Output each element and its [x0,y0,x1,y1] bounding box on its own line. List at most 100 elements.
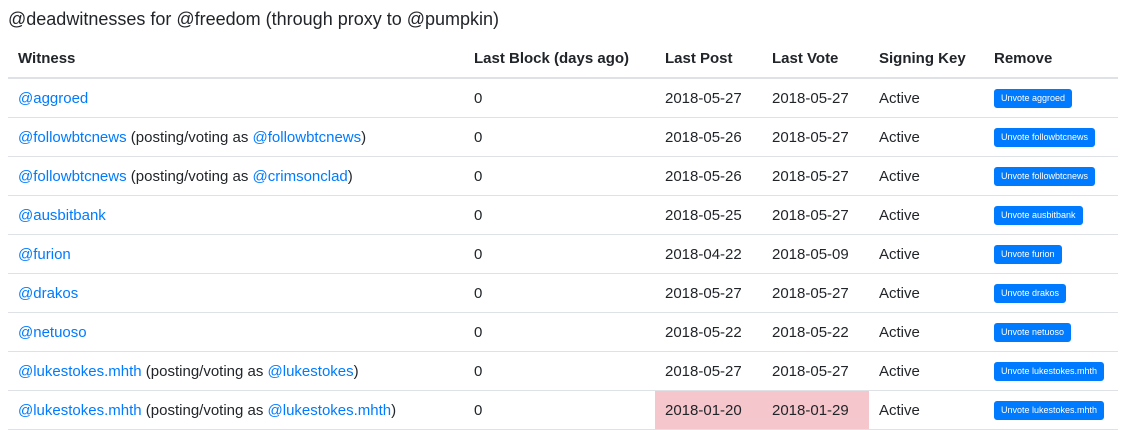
witness-cell: @netuoso [8,312,464,352]
last-post-cell: 2018-05-25 [655,195,762,235]
last-block-cell: 0 [464,273,655,313]
column-header-last-post: Last Post [655,39,762,79]
proxy-note-close: ) [391,401,397,419]
table-row: @furion 0 2018-04-22 2018-05-09 Active Unvote… [8,234,1118,274]
unvote-button[interactable]: Unvote netuoso [994,323,1072,342]
last-vote-cell: 2018-05-27 [762,117,869,157]
remove-cell: Unvote followbtcnews [984,117,1118,157]
last-block-cell: 0 [464,195,655,235]
signing-key-cell: Active [869,195,984,235]
column-header-last-vote: Last Vote [762,39,869,79]
last-vote-cell: 2018-05-09 [762,234,869,274]
proxy-account-link[interactable]: @lukestokes.mhth [268,402,392,419]
last-post-cell: 2018-01-20 [655,390,762,430]
remove-cell: Unvote aggroed [984,77,1118,118]
table-row: @aggroed 0 2018-05-27 2018-05-27 Active Unvot… [8,77,1118,118]
witness-table: Witness Last Block (days ago) Last Post … [8,39,1118,430]
last-block-cell: 0 [464,117,655,157]
witness-link[interactable]: @drakos [18,285,78,302]
signing-key-cell: Active [869,77,984,118]
remove-cell: Unvote furion [984,234,1118,274]
signing-key-cell: Active [869,156,984,196]
proxy-note-close: ) [347,167,353,185]
table-row: @followbtcnews (posting/voting as @follo… [8,117,1118,157]
remove-cell: Unvote followbtcnews [984,156,1118,196]
table-row: @lukestokes.mhth (posting/voting as @luk… [8,351,1118,391]
proxy-account-link[interactable]: @lukestokes [268,363,354,380]
last-post-cell: 2018-04-22 [655,234,762,274]
page-title: @deadwitnesses for @freedom (through pro… [8,9,500,29]
witness-cell: @followbtcnews (posting/voting as @crims… [8,156,464,196]
last-block-cell: 0 [464,234,655,274]
witness-link[interactable]: @ausbitbank [18,207,106,224]
unvote-button[interactable]: Unvote lukestokes.mhth [994,362,1105,381]
witness-link[interactable]: @furion [18,246,71,263]
unvote-button[interactable]: Unvote aggroed [994,89,1073,108]
signing-key-cell: Active [869,312,984,352]
last-block-cell: 0 [464,156,655,196]
proxy-account-link[interactable]: @followbtcnews [253,129,362,146]
last-vote-cell: 2018-01-29 [762,390,869,430]
last-vote-cell: 2018-05-27 [762,273,869,313]
last-block-cell: 0 [464,390,655,430]
last-block-cell: 0 [464,312,655,352]
unvote-button[interactable]: Unvote ausbitbank [994,206,1083,225]
header-row: Witness Last Block (days ago) Last Post … [8,39,1118,79]
last-vote-cell: 2018-05-27 [762,156,869,196]
remove-cell: Unvote lukestokes.mhth [984,351,1118,391]
remove-cell: Unvote drakos [984,273,1118,313]
witness-cell: @followbtcnews (posting/voting as @follo… [8,117,464,157]
last-vote-cell: 2018-05-27 [762,77,869,118]
signing-key-cell: Active [869,390,984,430]
witness-link[interactable]: @lukestokes.mhth [18,363,142,380]
table-row: @drakos 0 2018-05-27 2018-05-27 Active Unvote… [8,273,1118,313]
column-header-witness: Witness [8,39,464,79]
table-body: @aggroed 0 2018-05-27 2018-05-27 Active Unvot… [8,77,1118,430]
last-post-cell: 2018-05-27 [655,77,762,118]
signing-key-cell: Active [869,351,984,391]
column-header-signing-key: Signing Key [869,39,984,79]
witness-cell: @drakos [8,273,464,313]
table-row: @followbtcnews (posting/voting as @crims… [8,156,1118,196]
witness-cell: @lukestokes.mhth (posting/voting as @luk… [8,351,464,391]
last-post-cell: 2018-05-22 [655,312,762,352]
proxy-note-close: ) [353,362,359,380]
proxy-note: (posting/voting as [141,401,268,419]
witness-link[interactable]: @lukestokes.mhth [18,402,142,419]
unvote-button[interactable]: Unvote followbtcnews [994,167,1096,186]
signing-key-cell: Active [869,234,984,274]
column-header-last-block: Last Block (days ago) [464,39,655,79]
witness-link[interactable]: @followbtcnews [18,129,127,146]
witness-link[interactable]: @netuoso [18,324,87,341]
table-row: @netuoso 0 2018-05-22 2018-05-22 Active Unvot… [8,312,1118,352]
last-vote-cell: 2018-05-27 [762,195,869,235]
unvote-button[interactable]: Unvote lukestokes.mhth [994,401,1105,420]
witness-link[interactable]: @followbtcnews [18,168,127,185]
unvote-button[interactable]: Unvote furion [994,245,1062,264]
proxy-note: (posting/voting as [126,167,253,185]
table-row: @ausbitbank 0 2018-05-25 2018-05-27 Active Un… [8,195,1118,235]
last-post-cell: 2018-05-27 [655,273,762,313]
witness-cell: @ausbitbank [8,195,464,235]
witness-cell: @lukestokes.mhth (posting/voting as @luk… [8,390,464,430]
last-post-cell: 2018-05-26 [655,156,762,196]
page: @deadwitnesses for @freedom (through pro… [0,0,1126,430]
table-header: Witness Last Block (days ago) Last Post … [8,39,1118,79]
last-block-cell: 0 [464,77,655,118]
unvote-button[interactable]: Unvote followbtcnews [994,128,1096,147]
last-post-cell: 2018-05-27 [655,351,762,391]
witness-cell: @furion [8,234,464,274]
proxy-note: (posting/voting as [141,362,268,380]
remove-cell: Unvote ausbitbank [984,195,1118,235]
last-vote-cell: 2018-05-27 [762,351,869,391]
witness-cell: @aggroed [8,77,464,118]
last-post-cell: 2018-05-26 [655,117,762,157]
unvote-button[interactable]: Unvote drakos [994,284,1067,303]
proxy-account-link[interactable]: @crimsonclad [253,168,348,185]
column-header-remove: Remove [984,39,1118,79]
signing-key-cell: Active [869,117,984,157]
proxy-note: (posting/voting as [126,128,253,146]
remove-cell: Unvote netuoso [984,312,1118,352]
witness-link[interactable]: @aggroed [18,90,88,107]
table-row: @lukestokes.mhth (posting/voting as @luk… [8,390,1118,430]
